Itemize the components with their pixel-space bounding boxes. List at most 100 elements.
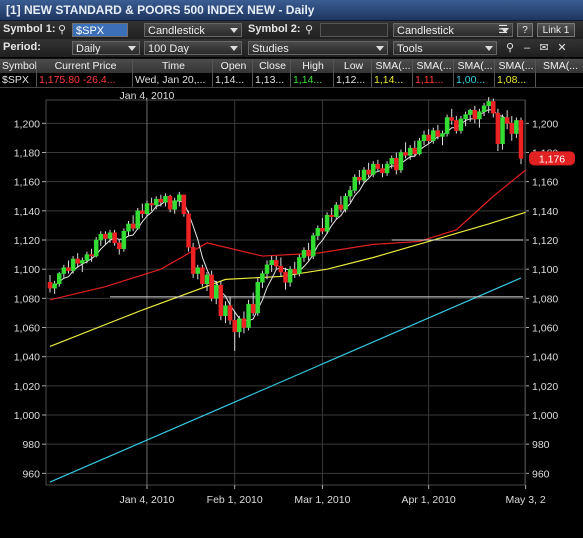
quote-header-row: Symbol Current Price Time Open Close Hig…	[0, 59, 583, 73]
column-header[interactable]: Close	[253, 59, 291, 73]
price-chart[interactable]: 960 960 980 980 1,000 1,000 1,020 1,020 1,040 1,0…	[0, 89, 583, 538]
chevron-down-icon	[230, 46, 238, 51]
search-icon[interactable]: ⚲	[55, 23, 69, 37]
symbol1-input[interactable]: $SPX	[72, 23, 128, 37]
chart-type-2-select[interactable]: Candlestick	[393, 23, 513, 37]
candle-body	[389, 158, 394, 165]
column-header[interactable]: Current Price	[37, 59, 133, 73]
candle-body	[98, 233, 104, 241]
range-select[interactable]: 100 Day	[144, 41, 242, 55]
y-tick-label: 1,120	[532, 235, 558, 247]
studies-select[interactable]: Studies	[248, 41, 388, 55]
open-cell: 1,14...	[213, 73, 253, 87]
y-tick-label: 1,060	[14, 323, 40, 335]
candlestick-chart-svg[interactable]: 960 960 980 980 1,000 1,000 1,020 1,020 1,040 1,0…	[0, 89, 583, 538]
candle-body	[440, 133, 445, 137]
candle-body	[338, 204, 344, 210]
candle-body	[158, 198, 164, 203]
studies-value: Studies	[252, 43, 289, 55]
candle-body	[426, 134, 431, 142]
column-header[interactable]: SMA(...	[454, 59, 495, 73]
candle-body	[52, 283, 57, 289]
column-header[interactable]: High	[291, 59, 334, 73]
candle-body	[112, 232, 117, 244]
candle-body	[274, 260, 279, 267]
candle-body	[384, 163, 390, 174]
candle-body	[467, 109, 473, 115]
candle-body	[504, 117, 510, 124]
y-tick-label: 1,200	[532, 118, 558, 130]
column-header[interactable]: SMA(...	[413, 59, 454, 73]
column-header[interactable]: SMA(...	[372, 59, 413, 73]
column-header[interactable]: Time	[133, 59, 213, 73]
title-bar[interactable]: [1] NEW STANDARD & POORS 500 INDEX NEW -…	[0, 0, 583, 21]
time-cell: Wed, Jan 20,...	[133, 73, 213, 87]
candle-body	[370, 163, 376, 175]
candle-body	[491, 101, 496, 114]
x-tick-label: May 3, 2	[505, 494, 545, 506]
candle-body	[301, 249, 307, 258]
high-cell: 1,14...	[291, 73, 334, 87]
candle-body	[449, 117, 454, 121]
link-button[interactable]: Link 1	[537, 23, 575, 37]
tools-select[interactable]: Tools	[393, 41, 497, 55]
chat-icon[interactable]: ✉	[537, 41, 551, 55]
candle-body	[283, 271, 288, 283]
chart-type-1-select[interactable]: Candlestick	[144, 23, 242, 37]
candle-body	[117, 242, 122, 250]
column-header[interactable]: Low	[334, 59, 372, 73]
minimize-icon[interactable]: –	[520, 41, 534, 55]
period-select[interactable]: Daily	[72, 41, 140, 55]
y-tick-label: 1,000	[14, 410, 40, 422]
symbol2-input[interactable]	[320, 23, 388, 37]
y-tick-label: 1,040	[532, 352, 558, 364]
x-tick-label: Jan 4, 2010	[120, 494, 175, 506]
y-tick-label: 1,160	[532, 177, 558, 189]
candle-body	[398, 152, 404, 171]
candle-body	[518, 120, 524, 159]
y-tick-label: 1,060	[532, 323, 558, 335]
column-header[interactable]: Symbol	[0, 59, 37, 73]
period-label: Period:	[3, 41, 41, 53]
candle-body	[477, 111, 482, 120]
column-header[interactable]: SMA(...	[536, 59, 583, 73]
zoom-icon[interactable]: ⚲	[503, 41, 517, 55]
column-header[interactable]: Open	[213, 59, 253, 73]
sma-cell: 1,08...	[495, 73, 536, 87]
candle-body	[200, 267, 205, 284]
candle-body	[75, 258, 80, 264]
quote-row[interactable]: $SPX 1,175.80 -26.4... Wed, Jan 20,... 1…	[0, 73, 583, 88]
search-icon[interactable]: ⚲	[302, 23, 316, 37]
candle-body	[269, 260, 274, 266]
candle-body	[121, 231, 127, 249]
candle-body	[454, 120, 459, 131]
candle-body	[458, 118, 464, 131]
x-tick-label: Apr 1, 2010	[401, 494, 455, 506]
y-tick-label: 1,100	[14, 264, 40, 276]
candle-body	[246, 303, 251, 328]
candle-body	[310, 235, 316, 257]
help-button[interactable]: ?	[517, 23, 533, 37]
candle-body	[153, 198, 159, 206]
candle-body	[287, 268, 293, 283]
candle-body	[66, 267, 71, 271]
candle-body	[357, 177, 362, 181]
close-icon[interactable]: ✕	[555, 41, 569, 55]
y-tick-label: 1,120	[14, 235, 40, 247]
candle-body	[343, 196, 348, 210]
candle-body	[80, 260, 85, 264]
candle-body	[347, 190, 353, 197]
y-tick-label: 1,100	[532, 264, 558, 276]
y-tick-label: 1,020	[532, 381, 558, 393]
candle-body	[421, 134, 427, 142]
candle-body	[195, 267, 201, 274]
menu-icon[interactable]: ☰	[496, 23, 510, 37]
candle-body	[297, 257, 302, 274]
column-header[interactable]: SMA(...	[495, 59, 536, 73]
candle-body	[93, 239, 99, 257]
y-tick-label: 1,040	[14, 352, 40, 364]
candle-body	[172, 200, 177, 210]
symbol2-label: Symbol 2:	[248, 23, 301, 35]
candle-body	[107, 232, 113, 239]
candle-body	[514, 120, 519, 134]
